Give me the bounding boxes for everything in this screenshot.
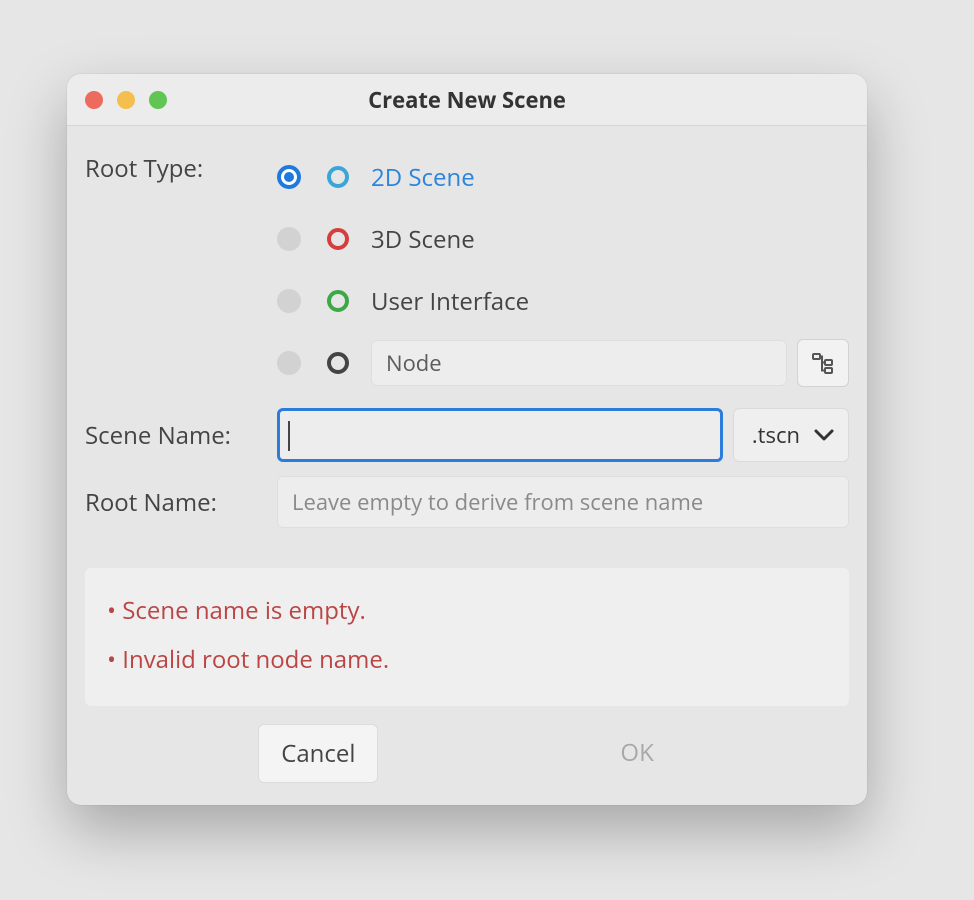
text-caret-icon [288,421,290,451]
maximize-icon[interactable] [149,91,167,109]
error-message: Invalid root node name. [107,635,827,684]
dialog-body: Root Type: 2D Scene 3D Scene User Interf… [67,126,867,805]
minimize-icon[interactable] [117,91,135,109]
node-2d-icon [327,166,349,188]
close-icon[interactable] [85,91,103,109]
custom-node-type-field[interactable]: Node [371,340,787,386]
root-name-input[interactable]: Leave empty to derive from scene name [277,476,849,528]
scene-name-row: Scene Name: .tscn [85,408,849,462]
option-label: 3D Scene [371,223,475,256]
node-tree-icon [811,351,835,375]
radio-unselected-icon [277,289,301,313]
scene-extension-select[interactable]: .tscn [733,408,849,462]
node-icon [327,352,349,374]
root-type-label: Root Type: [85,146,277,185]
radio-unselected-icon [277,351,301,375]
dialog-title: Create New Scene [368,85,566,115]
root-type-options: 2D Scene 3D Scene User Interface [277,146,849,394]
root-name-label: Root Name: [85,486,277,519]
option-label: 2D Scene [371,161,475,194]
root-type-option-2d[interactable]: 2D Scene [277,146,849,208]
radio-selected-icon [277,165,301,189]
node-picker-button[interactable] [797,339,849,387]
scene-extension-value: .tscn [752,420,800,450]
dialog-button-row: Cancel OK [85,724,849,783]
custom-node-type-value: Node [386,348,442,378]
ok-button: OK [598,724,675,783]
root-type-option-ui[interactable]: User Interface [277,270,849,332]
root-type-row: Root Type: 2D Scene 3D Scene User Interf… [85,146,849,394]
scene-name-input[interactable] [277,408,723,462]
dialog-titlebar: Create New Scene [67,74,867,126]
radio-unselected-icon [277,227,301,251]
control-icon [327,290,349,312]
window-controls [85,91,167,109]
root-name-placeholder: Leave empty to derive from scene name [292,487,703,517]
error-message: Scene name is empty. [107,586,827,635]
scene-name-label: Scene Name: [85,419,277,452]
validation-errors: Scene name is empty. Invalid root node n… [85,568,849,706]
root-name-row: Root Name: Leave empty to derive from sc… [85,476,849,528]
root-type-option-3d[interactable]: 3D Scene [277,208,849,270]
option-label: User Interface [371,285,529,318]
cancel-button[interactable]: Cancel [258,724,378,783]
create-new-scene-dialog: Create New Scene Root Type: 2D Scene 3D … [67,74,867,805]
node-3d-icon [327,228,349,250]
root-type-option-node[interactable]: Node [277,332,849,394]
chevron-down-icon [814,428,834,442]
